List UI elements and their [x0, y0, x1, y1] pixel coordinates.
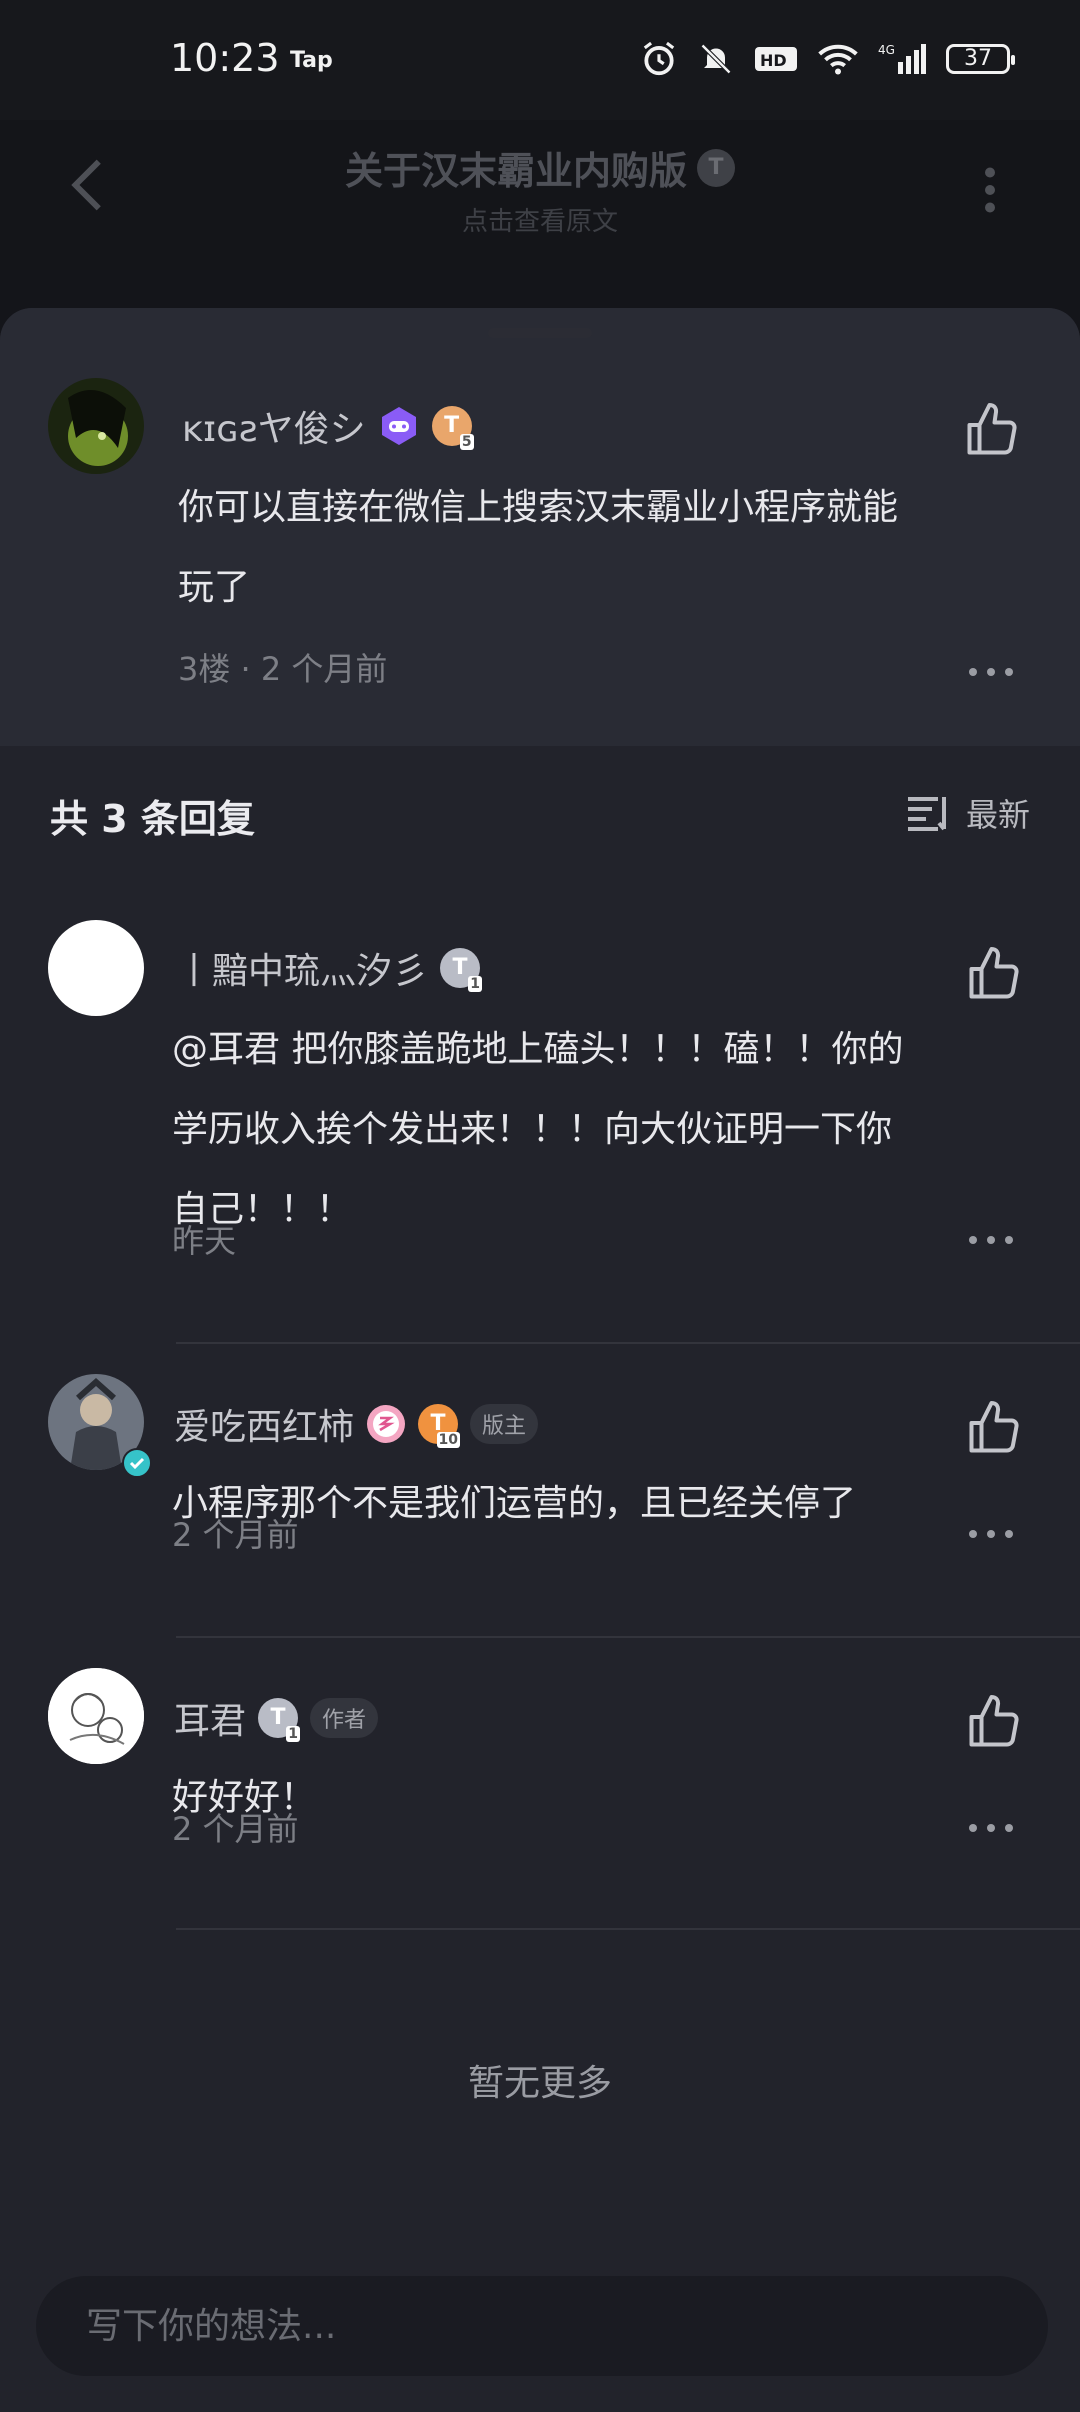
reply-text-line: 学历收入挨个发出来！！！向大伙证明一下你 — [172, 1109, 893, 1150]
svg-text:HD: HD — [760, 51, 787, 70]
more-horizontal-icon[interactable] — [966, 1230, 1016, 1250]
level-badge: T1 — [258, 1698, 301, 1742]
page-title-text: 关于汉末霸业内购版 — [344, 149, 687, 193]
more-vertical-icon[interactable] — [960, 160, 1020, 220]
level-number: 5 — [459, 434, 474, 450]
sort-label: 最新 — [965, 796, 1030, 834]
comment-input[interactable] — [36, 2276, 1048, 2376]
author-tag: 作者 — [310, 1698, 379, 1738]
sort-list-icon — [907, 797, 946, 831]
comment-meta: 3楼 · 2 个月前 — [178, 650, 388, 688]
author-name[interactable]: 丨黯中琉灬汐彡 — [176, 942, 428, 994]
svg-text:4G: 4G — [878, 43, 895, 57]
status-time: 10:23 — [170, 36, 280, 80]
author-row: 爱吃西红柿 T 10 版主 — [174, 1398, 539, 1450]
alarm-icon — [643, 41, 675, 76]
page-header: 关于汉末霸业内购版 T 点击查看原文 — [0, 120, 1080, 270]
comment-text-line: 玩了 — [178, 567, 251, 608]
avatar[interactable] — [48, 920, 144, 1016]
tap-app-label: Tap — [290, 48, 333, 73]
original-comment: ĸɪɢƨヤ俊シ T5 你可以直接在微信上搜索汉末霸业小程序就能 玩了 3楼 · … — [0, 308, 1080, 746]
moderator-tag: 版主 — [470, 1404, 539, 1444]
comment-text: 你可以直接在微信上搜索汉末霸业小程序就能 玩了 — [178, 468, 898, 628]
view-original-link[interactable]: 点击查看原文 — [0, 201, 1080, 238]
author-row: 耳君 T1 作者 — [174, 1692, 379, 1744]
avatar[interactable] — [48, 1668, 144, 1764]
title-badge: T — [697, 148, 735, 187]
verified-icon — [122, 1448, 152, 1478]
level-badge-letter: T — [270, 1705, 286, 1730]
status-icons: HD 4G 37 — [640, 40, 1015, 78]
author-row: 丨黯中琉灬汐彡 T1 — [176, 942, 483, 994]
gamepad-badge-icon — [381, 407, 416, 445]
divider — [176, 1928, 1080, 1930]
sort-button[interactable]: 最新 — [906, 790, 1030, 836]
reply-meta: 昨天 — [172, 1222, 237, 1260]
comment-text-line: 你可以直接在微信上搜索汉末霸业小程序就能 — [178, 487, 899, 528]
screen: 10:23 Tap HD 4G 37 关于汉末霸业内购版 T 点击查看原文 ĸɪɢ… — [0, 0, 1080, 2412]
page-title: 关于汉末霸业内购版 T — [345, 140, 735, 195]
level-badge-letter: T — [452, 955, 468, 980]
drag-handle[interactable] — [488, 328, 592, 338]
comment-composer[interactable] — [36, 2276, 1048, 2376]
author-name[interactable]: 爱吃西红柿 — [174, 1398, 354, 1450]
replies-count-title: 共 3 条回复 — [50, 797, 255, 841]
divider — [176, 1342, 1080, 1344]
author-row: ĸɪɢƨヤ俊シ T5 — [182, 400, 474, 452]
signal-icon: 4G — [878, 43, 926, 74]
creator-badge-icon — [367, 1405, 406, 1443]
level-number: 1 — [468, 976, 483, 992]
mute-icon — [700, 43, 732, 75]
status-bar: 10:23 Tap HD 4G 37 — [0, 0, 1080, 120]
level-badge-letter: T — [444, 413, 460, 438]
author-name[interactable]: 耳君 — [174, 1692, 246, 1744]
wifi-icon — [818, 44, 858, 75]
reply-text-line: 自己！！！ — [172, 1189, 353, 1230]
thumbs-up-icon[interactable] — [962, 400, 1022, 460]
level-badge: T1 — [440, 948, 483, 992]
thumbs-up-icon[interactable] — [964, 1692, 1024, 1752]
level-number: 10 — [436, 1432, 461, 1448]
reply-meta: 2 个月前 — [172, 1516, 299, 1554]
author-name[interactable]: ĸɪɢƨヤ俊シ — [182, 400, 366, 452]
level-badge: T5 — [431, 406, 474, 450]
header-title-block[interactable]: 关于汉末霸业内购版 T 点击查看原文 — [0, 140, 1080, 238]
more-horizontal-icon[interactable] — [966, 1818, 1016, 1838]
hd-icon: HD — [755, 47, 797, 71]
battery-icon: 37 — [946, 44, 1015, 74]
reply-text: @耳君 把你膝盖跪地上磕头！！！磕！！你的 学历收入挨个发出来！！！向大伙证明一… — [172, 1010, 903, 1250]
thumbs-up-icon[interactable] — [964, 1398, 1024, 1458]
reply-meta: 2 个月前 — [172, 1810, 299, 1848]
thumbs-up-icon[interactable] — [964, 944, 1024, 1004]
more-horizontal-icon[interactable] — [966, 1524, 1016, 1544]
more-horizontal-icon[interactable] — [966, 662, 1016, 682]
level-badge: T 10 — [418, 1404, 461, 1448]
reply-text-line: @耳君 把你膝盖跪地上磕头！！！磕！！你的 — [172, 1029, 904, 1070]
divider — [176, 1636, 1080, 1638]
avatar[interactable] — [48, 378, 144, 474]
level-number: 1 — [286, 1726, 301, 1742]
replies-sheet: ĸɪɢƨヤ俊シ T5 你可以直接在微信上搜索汉末霸业小程序就能 玩了 3楼 · … — [0, 308, 1080, 2412]
no-more-label: 暂无更多 — [467, 2063, 612, 2104]
